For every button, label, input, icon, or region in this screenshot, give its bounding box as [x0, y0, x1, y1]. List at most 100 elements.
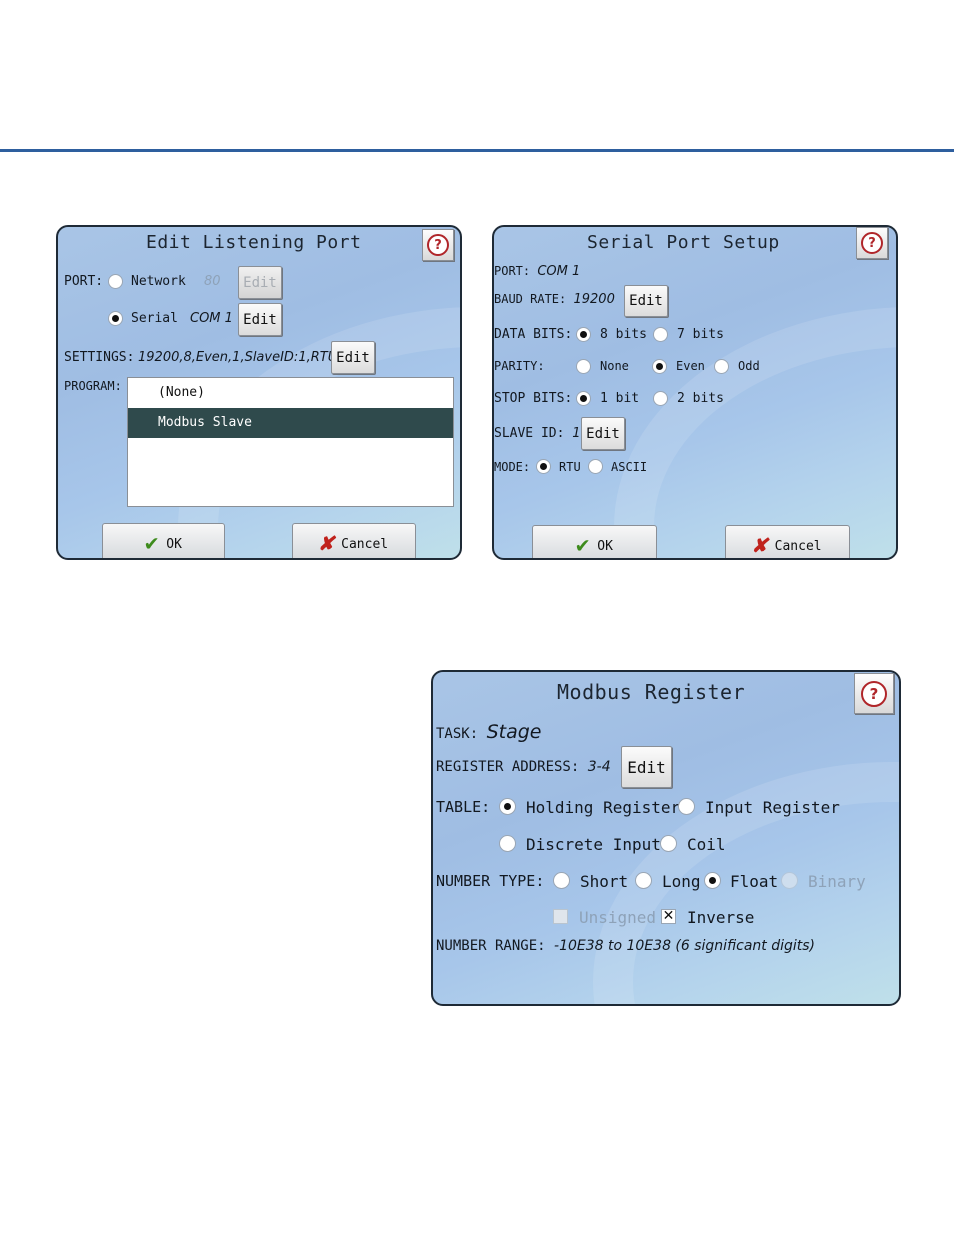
parity-none-label: None: [600, 359, 629, 373]
mode-label: MODE:: [494, 460, 531, 474]
address-value: 3-4: [587, 759, 611, 775]
checkmark-icon: ✔: [145, 531, 159, 556]
x-icon: ✘: [753, 533, 767, 558]
data-bits-8-radio[interactable]: [576, 327, 591, 342]
number-type-label: NUMBER TYPE:: [436, 872, 545, 890]
inverse-checkbox[interactable]: ✕: [661, 909, 676, 924]
stop-bits-1-radio[interactable]: [576, 391, 591, 406]
task-value: Stage: [486, 721, 542, 743]
number-type-long-radio[interactable]: [635, 872, 652, 889]
task-label: TASK: Stage: [436, 721, 542, 743]
ok-label: OK: [597, 538, 613, 554]
port-label: PORT:: [64, 274, 104, 289]
help-button[interactable]: ?: [854, 673, 894, 714]
cancel-button[interactable]: ✘ Cancel: [292, 523, 416, 558]
cancel-label: Cancel: [341, 536, 389, 552]
help-icon: ?: [861, 232, 883, 254]
dialog-title: Modbus Register: [557, 680, 746, 704]
number-type-float-label: Float: [730, 872, 779, 891]
baud-value: 19200: [573, 292, 615, 307]
table-holding-radio[interactable]: [499, 798, 516, 815]
header-rule: [0, 149, 954, 152]
checkmark-icon: ✔: [576, 533, 590, 558]
number-type-short-radio[interactable]: [553, 872, 570, 889]
stop-bits-label: STOP BITS:: [494, 391, 573, 406]
slave-id-label-text: SLAVE ID:: [494, 426, 565, 441]
data-bits-label: DATA BITS:: [494, 327, 573, 342]
address-edit-button[interactable]: Edit: [621, 746, 672, 788]
mode-rtu-radio[interactable]: [536, 459, 551, 474]
parity-odd-radio[interactable]: [714, 359, 729, 374]
table-holding-label: Holding Register: [526, 798, 681, 817]
dialog-title: Edit Listening Port: [146, 232, 362, 253]
help-icon: ?: [427, 234, 449, 256]
data-bits-7-radio[interactable]: [653, 327, 668, 342]
network-port-value: 80: [204, 274, 221, 289]
network-radio[interactable]: [108, 274, 123, 289]
table-coil-radio[interactable]: [660, 835, 677, 852]
x-icon: ✘: [319, 531, 334, 556]
table-label: TABLE:: [436, 798, 491, 816]
table-input-radio[interactable]: [678, 798, 695, 815]
parity-even-radio[interactable]: [652, 359, 667, 374]
stop-bits-1-label: 1 bit: [600, 391, 640, 406]
baud-edit-button[interactable]: Edit: [624, 285, 668, 317]
range-value: -10E38 to 10E38 (6 significant digits): [554, 938, 816, 954]
parity-even-label: Even: [676, 359, 705, 373]
table-coil-label: Coil: [687, 835, 726, 854]
task-label-text: TASK:: [436, 726, 479, 742]
port-label-text: PORT:: [494, 264, 531, 278]
address-label-text: REGISTER ADDRESS:: [436, 759, 580, 775]
stop-bits-2-label: 2 bits: [677, 391, 724, 406]
cancel-button[interactable]: ✘ Cancel: [725, 525, 850, 558]
settings-edit-button[interactable]: Edit: [331, 341, 375, 374]
address-label: REGISTER ADDRESS: 3-4: [436, 759, 611, 775]
settings-label: SETTINGS:: [64, 350, 135, 365]
program-label: PROGRAM:: [64, 379, 122, 393]
baud-label-text: BAUD RATE:: [494, 292, 567, 306]
data-bits-8-label: 8 bits: [600, 327, 647, 342]
serial-port-value: COM 1: [190, 311, 233, 326]
cancel-label: Cancel: [774, 538, 822, 554]
table-input-label: Input Register: [705, 798, 840, 817]
range-label-text: NUMBER RANGE:: [436, 938, 546, 954]
number-type-binary-radio[interactable]: [781, 872, 798, 889]
slave-id-label: SLAVE ID: 1: [494, 426, 581, 441]
dialog-title: Serial Port Setup: [587, 232, 780, 253]
ok-button[interactable]: ✔ OK: [102, 523, 225, 558]
slave-id-edit-button[interactable]: Edit: [581, 417, 625, 450]
table-discrete-radio[interactable]: [499, 835, 516, 852]
background-swoosh: [614, 307, 896, 558]
help-button[interactable]: ?: [422, 229, 454, 261]
program-list[interactable]: (None) Modbus Slave: [127, 377, 454, 507]
network-edit-button[interactable]: Edit: [238, 266, 282, 299]
serial-edit-button[interactable]: Edit: [238, 303, 282, 336]
network-label: Network: [131, 274, 186, 289]
slave-id-value: 1: [572, 426, 581, 441]
ok-button[interactable]: ✔ OK: [532, 525, 657, 558]
port-label: PORT: COM 1: [494, 264, 580, 279]
serial-label: Serial: [131, 311, 178, 326]
stop-bits-2-radio[interactable]: [653, 391, 668, 406]
serial-radio[interactable]: [108, 311, 123, 326]
port-value: COM 1: [537, 264, 581, 279]
number-type-short-label: Short: [580, 872, 629, 891]
modbus-register-dialog: Modbus Register ? TASK: Stage REGISTER A…: [431, 670, 901, 1006]
parity-odd-label: Odd: [738, 359, 760, 373]
range-label: NUMBER RANGE: -10E38 to 10E38 (6 signifi…: [436, 938, 815, 954]
mode-ascii-radio[interactable]: [588, 459, 603, 474]
unsigned-label: Unsigned: [579, 908, 657, 927]
list-item[interactable]: Modbus Slave: [128, 408, 453, 438]
list-item[interactable]: (None): [128, 378, 453, 408]
edit-listening-port-dialog: Edit Listening Port ? PORT: Network 80 E…: [56, 225, 462, 560]
table-discrete-label: Discrete Input: [526, 835, 661, 854]
unsigned-checkbox[interactable]: [553, 909, 568, 924]
parity-none-radio[interactable]: [576, 359, 591, 374]
ok-label: OK: [166, 536, 182, 552]
number-type-binary-label: Binary: [808, 872, 866, 891]
serial-port-setup-dialog: Serial Port Setup ? PORT: COM 1 BAUD RAT…: [492, 225, 898, 560]
number-type-float-radio[interactable]: [704, 872, 721, 889]
help-button[interactable]: ?: [856, 227, 888, 259]
mode-rtu-label: RTU: [559, 460, 581, 474]
help-icon: ?: [861, 680, 887, 707]
